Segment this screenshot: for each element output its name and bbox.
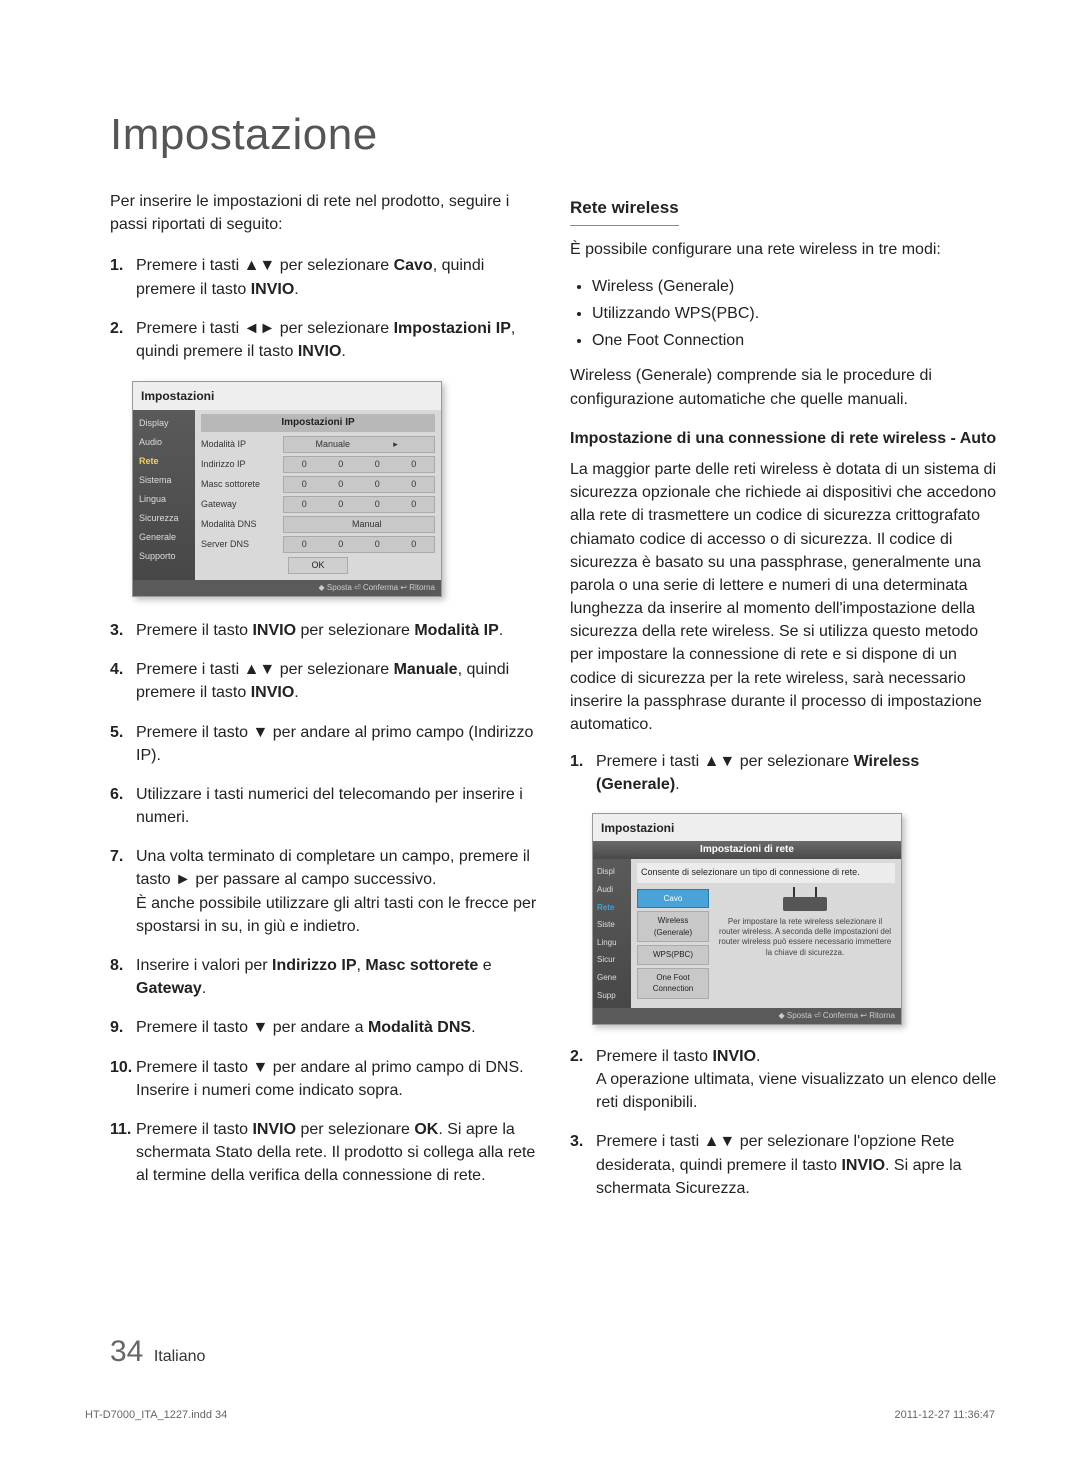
side-item: Sicurezza (133, 509, 195, 528)
down-icon: ▼ (252, 1059, 268, 1076)
bullet-item: Utilizzando WPS(PBC). (592, 302, 1000, 325)
shot2-desc: Consente di selezionare un tipo di conne… (637, 863, 895, 882)
right-icon: ► (175, 871, 191, 888)
r-step-1: Premere i tasti ▲▼ per selezionare Wirel… (596, 750, 1000, 796)
r-step-3: Premere i tasti ▲▼ per selezionare l'opz… (596, 1130, 1000, 1200)
up-down-icon: ▲▼ (704, 753, 736, 770)
step-10: Premere il tasto ▼ per andare al primo c… (136, 1056, 540, 1102)
step-6: Utilizzare i tasti numerici del telecoma… (136, 783, 540, 829)
up-down-icon: ▲▼ (244, 257, 276, 274)
step-2: Premere i tasti ◄► per selezionare Impos… (136, 317, 540, 363)
print-date: 2011-12-27 11:36:47 (894, 1409, 995, 1421)
shot1-footer: ◆ Sposta ⏎ Conferma ↩ Ritorna (133, 580, 441, 596)
up-down-icon: ▲▼ (704, 1133, 736, 1150)
page-lang: Italiano (154, 1348, 206, 1365)
side-item-selected: Rete (133, 452, 195, 471)
shot2-footer: ◆ Sposta ⏎ Conferma ↩ Ritorna (593, 1008, 901, 1024)
step-8: Inserire i valori per Indirizzo IP, Masc… (136, 954, 540, 1000)
step-4: Premere i tasti ▲▼ per selezionare Manua… (136, 658, 540, 704)
step-1: Premere i tasti ▲▼ per selezionare Cavo,… (136, 254, 540, 300)
shot1-sidebar: Display Audio Rete Sistema Lingua Sicure… (133, 410, 195, 581)
side-item: Display (133, 414, 195, 433)
left-right-icon: ◄► (244, 320, 276, 337)
bullet-list: Wireless (Generale) Utilizzando WPS(PBC)… (570, 275, 1000, 353)
bullet-item: One Foot Connection (592, 329, 1000, 352)
option-item: One Foot Connection (637, 968, 709, 999)
right-para: La maggior parte delle reti wireless è d… (570, 458, 1000, 736)
right-column: Rete wireless È possibile configurare un… (570, 190, 1000, 1216)
step-11: Premere il tasto INVIO per selezionare O… (136, 1118, 540, 1188)
side-item: Sistema (133, 471, 195, 490)
step-5: Premere il tasto ▼ per andare al primo c… (136, 721, 540, 767)
screenshot-network-settings: Impostazioni Impostazioni di rete Displ … (592, 813, 902, 1025)
shot1-tab: Impostazioni IP (201, 414, 435, 433)
section-heading: Rete wireless (570, 196, 679, 226)
shot2-sidebar: Displ Audi Rete Siste Lingu Sicur Gene S… (593, 859, 631, 1008)
left-column: Per inserire le impostazioni di rete nel… (110, 190, 540, 1216)
up-down-icon: ▲▼ (244, 661, 276, 678)
right-intro: È possibile configurare una rete wireles… (570, 238, 1000, 261)
step-9: Premere il tasto ▼ per andare a Modalità… (136, 1016, 540, 1039)
option-item: Wireless (Generale) (637, 911, 709, 942)
r-step-2: Premere il tasto INVIO. A operazione ult… (596, 1045, 1000, 1115)
down-icon: ▼ (252, 724, 268, 741)
router-icon (783, 897, 827, 911)
shot2-bar: Impostazioni di rete (593, 841, 901, 860)
side-item: Audio (133, 433, 195, 452)
bullet-item: Wireless (Generale) (592, 275, 1000, 298)
page-title: Impostazione (110, 110, 1000, 160)
down-icon: ▼ (252, 1019, 268, 1036)
ok-button: OK (288, 557, 348, 574)
print-file: HT-D7000_ITA_1227.indd 34 (85, 1409, 227, 1421)
shot2-title: Impostazioni (593, 814, 901, 841)
step-7: Una volta terminato di completare un cam… (136, 845, 540, 938)
page-footer: 34 Italiano (110, 1335, 205, 1369)
option-column: Cavo Wireless (Generale) WPS(PBC) One Fo… (637, 889, 709, 1003)
subsection-heading: Impostazione di una connessione di rete … (570, 427, 1000, 450)
side-item: Generale (133, 528, 195, 547)
intro-text: Per inserire le impostazioni di rete nel… (110, 190, 540, 236)
side-item: Supporto (133, 547, 195, 566)
shot1-title: Impostazioni (133, 382, 441, 409)
page-number: 34 (110, 1335, 143, 1368)
right-note: Wireless (Generale) comprende sia le pro… (570, 364, 1000, 410)
screenshot-ip-settings: Impostazioni Display Audio Rete Sistema … (132, 381, 442, 597)
print-metadata: HT-D7000_ITA_1227.indd 34 2011-12-27 11:… (85, 1409, 995, 1421)
side-item: Lingua (133, 490, 195, 509)
step-3: Premere il tasto INVIO per selezionare M… (136, 619, 540, 642)
router-illustration: Per impostare la rete wireless seleziona… (715, 889, 895, 1003)
option-selected: Cavo (637, 889, 709, 909)
option-item: WPS(PBC) (637, 945, 709, 965)
